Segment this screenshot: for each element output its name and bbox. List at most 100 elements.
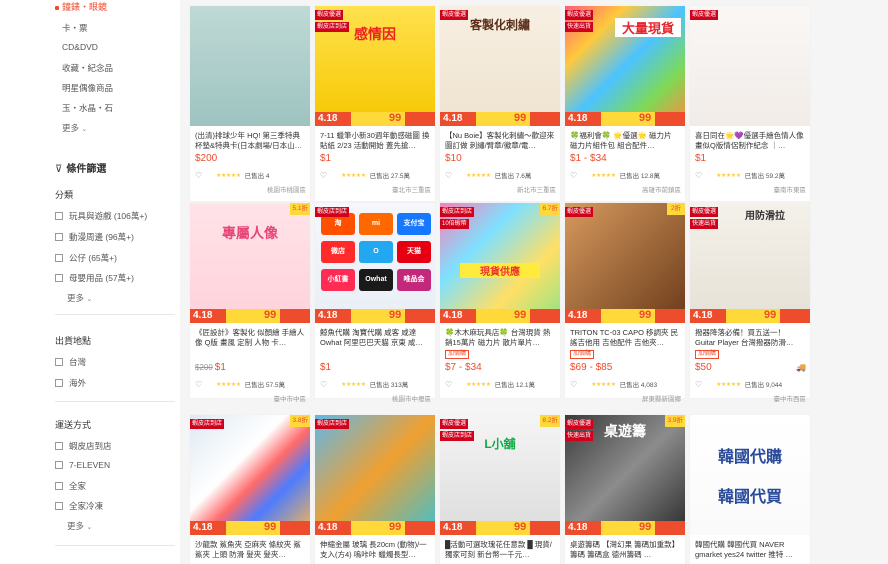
filter-checkbox-origin[interactable]: 海外 — [55, 377, 86, 389]
product-price: $200 $1 — [195, 362, 226, 373]
checkbox-icon[interactable] — [55, 212, 63, 220]
heart-outline-icon[interactable]: ♡ — [695, 380, 702, 389]
product-card[interactable]: 感情因 蝦皮優選 蝦皮店到店 4.18 99 7-11 蠟筆小新30週年動感磁圖 換貼紙 … — [315, 6, 435, 201]
filter-more-category[interactable]: 更多 ⌄ — [67, 292, 92, 304]
product-image[interactable]: L小舖 蝦皮優選 蝦皮店到店 8.2折 4.18 99 — [440, 415, 560, 535]
rating-stars-icon: ★★★★★ — [216, 172, 241, 179]
free-shipping-truck-icon: 🚚 — [796, 363, 806, 372]
product-image[interactable]: 專屬人像 5.1折 4.18 99 — [190, 203, 310, 323]
filter-checkbox-category[interactable]: 公仔 (65萬+) — [55, 252, 117, 264]
sale-price: $7 - $34 — [445, 362, 482, 373]
product-image[interactable]: 蝦皮店到店 4.18 99 — [315, 415, 435, 535]
filter-checkbox-shipping[interactable]: 全家 — [55, 480, 86, 492]
divider — [55, 401, 175, 402]
product-title[interactable]: 【Nu Boie】客製化刺繡～歡迎來圖訂做 刺繡/臂章/徽章/電… — [445, 131, 555, 150]
checkbox-icon[interactable] — [55, 502, 63, 510]
sidebar-more-categories[interactable]: 更多 ⌄ — [62, 122, 87, 134]
rating-stars-icon: ★★★★★ — [591, 381, 616, 388]
product-card[interactable]: 客製化刺繡 蝦皮優選 4.18 99 【Nu Boie】客製化刺繡～歡迎來圖訂做 刺繡/… — [440, 6, 560, 201]
filter-more-shipping[interactable]: 更多 ⌄ — [67, 520, 92, 532]
sidebar-category-item[interactable]: 玉・水晶・石 — [62, 102, 113, 114]
checkbox-icon[interactable] — [55, 274, 63, 282]
addon-tag: 加價購 — [445, 350, 470, 359]
product-image[interactable]: 韓國代購 韓國代買 — [690, 415, 810, 535]
product-image[interactable]: 蝦皮優選 2折 4.18 99 — [565, 203, 685, 323]
product-card[interactable]: L小舖 蝦皮優選 蝦皮店到店 8.2折 4.18 99 █活動可選玫瑰花任意款 █ 現貨/獨… — [440, 415, 560, 564]
product-image[interactable]: 大量現貨 蝦皮優選 快速出貨 4.18 99 — [565, 6, 685, 126]
product-title[interactable]: 撥器降落必備！買五送一！Guitar Player 台灣撥器防滑… — [695, 328, 805, 347]
heart-outline-icon[interactable]: ♡ — [195, 171, 202, 180]
product-title[interactable]: 🍀福利會🍀 🌟優選🌟 磁力片 磁力片組件包 組合配件… — [570, 131, 680, 150]
filter-sidebar: 鐘錶・眼鏡 卡・票 CD&DVD 收藏・紀念品 明星偶像商品 玉・水晶・石 更多… — [0, 0, 180, 564]
product-image[interactable]: 蝦皮店到店 3.8折 4.18 99 — [190, 415, 310, 535]
checkbox-icon[interactable] — [55, 379, 63, 387]
filter-checkbox-shipping[interactable]: 全家冷凍 — [55, 500, 103, 512]
product-card[interactable]: 韓國代購 韓國代買韓國代購 韓國代買 NAVER gmarket yes24 tw… — [690, 415, 810, 564]
product-title[interactable]: 鯨魚代購 淘寶代購 咸客 咸達 Owhat 阿里巴巴天貓 京東 咸… — [320, 328, 430, 347]
sidebar-category-item[interactable]: CD&DVD — [62, 42, 98, 52]
sidebar-category-item[interactable]: 卡・票 — [62, 22, 88, 34]
product-image[interactable]: 淘 mi 支付宝 微店 O 天猫 小紅書 Owhat 唯品会 蝦皮店到店 4.18 99 — [315, 203, 435, 323]
product-title[interactable]: (出清)排球少年 HQ! 第三季特典 杯墊&特典卡(日本劇場/日本山… — [195, 131, 305, 150]
product-card[interactable]: 蝦皮店到店 4.18 99 伸縮金屬 玻璃 長20cm (動物)/一支入(方4) 嗚咔… — [315, 415, 435, 564]
heart-outline-icon[interactable]: ♡ — [320, 380, 327, 389]
heart-outline-icon[interactable]: ♡ — [695, 171, 702, 180]
product-card[interactable]: 淘 mi 支付宝 微店 O 天猫 小紅書 Owhat 唯品会 蝦皮店到店 4.18 99 鯨魚代購 淘寶… — [315, 203, 435, 403]
product-title[interactable]: TRITON TC-03 CAPO 移調夾 民謠吉他用 吉他配件 吉他夾… — [570, 328, 680, 347]
product-card[interactable]: 現貨供應 蝦皮店到店 10倍蝦幣 6.7折 4.18 99 🍀木木麻玩具店🍀 台灣現貨 熱銷… — [440, 203, 560, 398]
filter-checkbox-category[interactable]: 玩具與遊戲 (106萬+) — [55, 210, 147, 222]
sidebar-category-item[interactable]: 收藏・紀念品 — [62, 62, 113, 74]
product-badge: 蝦皮店到店 — [315, 207, 350, 217]
product-image[interactable]: 現貨供應 蝦皮店到店 10倍蝦幣 6.7折 4.18 99 — [440, 203, 560, 323]
heart-outline-icon[interactable]: ♡ — [445, 380, 452, 389]
rating-stars-icon: ★★★★★ — [591, 172, 616, 179]
product-title[interactable]: 《匠設計》客製化 似顏繪 手繪人像 Q版 畫風 定制 人物 卡… — [195, 328, 305, 347]
filter-checkbox-shipping[interactable]: 7-ELEVEN — [55, 460, 110, 470]
checkbox-icon[interactable] — [55, 254, 63, 262]
checkbox-icon[interactable] — [55, 442, 63, 450]
product-title[interactable]: █活動可選玫瑰花任意款 █ 現貨/獨家可刻 新台幣一千元… — [445, 540, 555, 559]
product-title[interactable]: 喜日同在🌟💜優選手繪色情人像 畫似Q版情侶制作紀念 ｜… — [695, 131, 805, 150]
filter-checkbox-category[interactable]: 動漫周邊 (96萬+) — [55, 231, 134, 243]
product-card[interactable]: 蝦皮優選 2折 4.18 99 TRITON TC-03 CAPO 移調夾 民謠吉他用 … — [565, 203, 685, 403]
logo-tile: 小紅書 — [321, 269, 355, 291]
product-card[interactable]: 桌遊籌 蝦皮優選 快速出貨 3.9折 4.18 99 桌遊籌碼 【灣幻果 籌碼加重款】 籌碼… — [565, 415, 685, 564]
product-image[interactable]: 用防滑拉 蝦皮優選 快速出貨 4.18 99 — [690, 203, 810, 323]
filter-checkbox-origin[interactable]: 台灣 — [55, 356, 86, 368]
ship-location: 臺中市中區 — [273, 396, 307, 403]
heart-outline-icon[interactable]: ♡ — [570, 380, 577, 389]
rating-stars-icon: ★★★★★ — [341, 172, 366, 179]
product-card[interactable]: 大量現貨 蝦皮優選 快速出貨 4.18 99 🍀福利會🍀 🌟優選🌟 磁力片 磁力片組件包 … — [565, 6, 685, 201]
product-image[interactable]: 桌遊籌 蝦皮優選 快速出貨 3.9折 4.18 99 — [565, 415, 685, 535]
filter-checkbox-shipping[interactable]: 蝦皮店到店 — [55, 440, 112, 452]
filter-checkbox-category[interactable]: 母嬰用品 (57萬+) — [55, 272, 134, 284]
promo-date: 4.18 — [443, 522, 463, 533]
product-title[interactable]: 7-11 蠟筆小新30週年動感磁圖 換貼紙 2/23 活動開始 蓋先搶… — [320, 131, 430, 150]
product-card[interactable]: 用防滑拉 蝦皮優選 快速出貨 4.18 99 撥器降落必備！買五送一！Guitar Pla… — [690, 203, 810, 403]
product-image[interactable]: 感情因 蝦皮優選 蝦皮店到店 4.18 99 — [315, 6, 435, 126]
product-card[interactable]: 蝦皮優選 喜日同在🌟💜優選手繪色情人像 畫似Q版情侶制作紀念 ｜… $1 ♡ ★★★★★… — [690, 6, 810, 201]
heart-outline-icon[interactable]: ♡ — [320, 171, 327, 180]
product-title[interactable]: 桌遊籌碼 【灣幻果 籌碼加重款】 籌碼 籌碼盒 德州籌碼 … — [570, 540, 680, 559]
product-title[interactable]: 🍀木木麻玩具店🍀 台灣現貨 熱銷15萬片 磁力片 散片單片… — [445, 328, 555, 347]
heart-outline-icon[interactable]: ♡ — [570, 171, 577, 180]
checkbox-icon[interactable] — [55, 233, 63, 241]
product-card[interactable]: 專屬人像 5.1折 4.18 99 《匠設計》客製化 似顏繪 手繪人像 Q版 畫風 定制… — [190, 203, 310, 403]
checkbox-icon[interactable] — [55, 358, 63, 366]
product-title[interactable]: 沙龍款 鯊魚夾 亞麻夾 條紋夾 鯊鯊夾 上頭 防滑 髮夾 髮夾… — [195, 540, 305, 559]
checkbox-icon[interactable] — [55, 482, 63, 490]
checkbox-icon[interactable] — [55, 461, 63, 469]
promo-banner: 4.18 99 — [440, 112, 560, 126]
heart-outline-icon[interactable]: ♡ — [195, 380, 202, 389]
product-image[interactable]: 蝦皮優選 — [690, 6, 810, 126]
product-title[interactable]: 韓國代購 韓國代買 NAVER gmarket yes24 twitter 推特… — [695, 540, 805, 559]
sidebar-category-active[interactable]: 鐘錶・眼鏡 — [55, 0, 107, 13]
product-image[interactable] — [190, 6, 310, 126]
product-title[interactable]: 伸縮金屬 玻璃 長20cm (動物)/一支入(方4) 嗚咔咔 蠟燭長型… — [320, 540, 430, 559]
product-card[interactable]: 蝦皮店到店 3.8折 4.18 99 沙龍款 鯊魚夾 亞麻夾 條紋夾 鯊鯊夾 上頭 防滑… — [190, 415, 310, 564]
heart-outline-icon[interactable]: ♡ — [445, 171, 452, 180]
promo-banner: 4.18 99 — [315, 309, 435, 323]
product-image[interactable]: 客製化刺繡 蝦皮優選 4.18 99 — [440, 6, 560, 126]
sidebar-category-item[interactable]: 明星偶像商品 — [62, 82, 113, 94]
product-card[interactable]: (出清)排球少年 HQ! 第三季特典 杯墊&特典卡(日本劇場/日本山… $200 ♡… — [190, 6, 310, 201]
